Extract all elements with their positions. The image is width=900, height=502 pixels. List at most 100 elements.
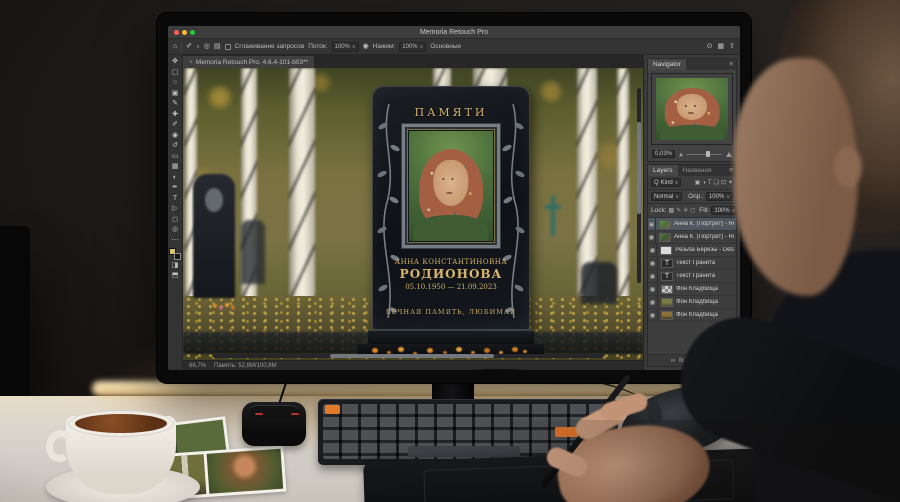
zoom-level[interactable]: 66,7% [189,363,206,369]
lock-option-icon[interactable]: ◻ [690,208,695,214]
layer-row[interactable]: Анна К. (Портрет) - Retouch [648,218,736,231]
navigator-footer: 0,03% [648,148,736,161]
navigator-zoom-field[interactable]: 0,03% [652,150,675,158]
memorial-tombstone: ПАМЯТИ АННА КОНСТАНТИНОВНА РОДИОНОВА [366,86,536,360]
scrollbar-thumb[interactable] [330,354,494,358]
navigator-panel-header: Navigator ≡ [648,59,736,70]
clone-stamp-tool[interactable]: ◉ [172,131,178,141]
layer-visibility-toggle[interactable] [648,218,656,230]
layer-visibility-toggle[interactable] [648,296,658,308]
layer-row[interactable]: Фон Кладбища [648,296,736,309]
layer-visibility-toggle[interactable] [648,309,658,321]
layer-visibility-toggle[interactable] [648,283,658,295]
history-brush-tool[interactable]: ↺ [172,141,178,151]
panel-icon[interactable]: ▦ [718,43,725,50]
lock-option-icon[interactable]: ▩ [669,208,675,214]
layer-thumbnail[interactable] [659,233,671,242]
layer-thumbnail[interactable] [661,272,673,281]
layer-thumbnail[interactable] [661,259,673,268]
layer-row[interactable]: Резьба Березы - Detail [648,244,736,257]
canvas[interactable]: ПАМЯТИ АННА КОНСТАНТИНОВНА РОДИОНОВА [183,68,643,360]
slider-thumb[interactable] [706,151,710,157]
document-tab-title: Memoria Retouch Pro. 4.6.4-101-b03** [196,59,308,66]
tab-layers[interactable]: Layers [648,165,678,176]
printed-photo-portrait [206,449,283,494]
layer-thumbnail[interactable] [661,298,673,307]
filter-icon[interactable]: ▣ [695,180,701,186]
layer-visibility-toggle[interactable] [648,231,656,243]
panel-icon[interactable]: ⊙ [707,43,713,50]
clone-source-icon[interactable]: ▤ [214,43,221,50]
color-swatches[interactable] [169,248,181,260]
move-tool[interactable]: ✥ [172,57,178,67]
lasso-tool[interactable]: ○ [173,78,177,88]
type-tool[interactable]: T [173,194,177,204]
tombstone-first-patronymic: АННА КОНСТАНТИНОВНА [366,258,536,266]
crop-tool[interactable]: ▣ [172,89,179,99]
filter-icon[interactable]: T [708,180,712,186]
healing-brush-tool[interactable]: ✚ [172,110,178,120]
shape-tool[interactable]: ◻ [172,215,178,225]
layer-visibility-toggle[interactable] [648,257,658,269]
close-tab-icon[interactable]: × [189,59,193,66]
layer-thumbnail[interactable] [661,285,673,294]
navigator-zoom-slider[interactable] [678,150,732,158]
vertical-scrollbar[interactable] [637,88,641,283]
layer-visibility-toggle[interactable] [648,244,657,256]
brush-target-icon[interactable]: ◎ [204,43,210,50]
brush-preset-icon[interactable]: ✐ [186,43,192,50]
zoom-tool[interactable]: ◎ [172,225,178,235]
tab-navigator[interactable]: Navigator [648,59,686,70]
layer-name: Фон Кладбища [676,286,718,292]
airbrush-icon[interactable]: ◉ [363,43,369,50]
quick-mask-toggle[interactable]: ◨ [172,261,179,271]
dodge-tool[interactable]: ◐ [173,173,177,183]
chevron-down-icon[interactable]: ∨ [196,44,200,50]
layers-footer-icon[interactable]: ∞ [671,358,675,364]
divider [181,42,182,52]
brush-tool[interactable]: ✐ [172,120,178,130]
layer-row[interactable]: Фон Кладбища [648,283,736,296]
tab-secondary[interactable]: Названия [678,165,717,176]
horizontal-scrollbar[interactable] [213,354,603,358]
path-select-tool[interactable]: ▷ [172,204,177,214]
tombstone-header-text: ПАМЯТИ [366,106,536,119]
pin-icon[interactable]: ✦ [728,180,733,186]
eraser-tool[interactable]: ▭ [172,152,179,162]
pressure-value-dropdown[interactable]: 100% ∨ [399,42,426,52]
tools-panel: ✥▢○▣✎✚✐◉↺▭▦◐✒T▷◻◎⋯ ◨⬒ [168,55,183,370]
flow-value-dropdown[interactable]: 100% ∨ [332,42,359,52]
zoom-out-mountain-icon[interactable] [679,153,683,157]
lock-option-icon[interactable]: ✎ [676,208,681,214]
navigator-preview[interactable] [651,73,733,145]
filter-icon[interactable]: ◑ [702,180,706,186]
layer-row[interactable]: Текст Гранита [648,257,736,270]
green-coat [414,215,488,241]
layer-visibility-toggle[interactable] [648,270,658,282]
more-tools[interactable]: ⋯ [172,236,179,246]
background-cross [551,196,555,236]
document-tab[interactable]: × Memoria Retouch Pro. 4.6.4-101-b03** [183,56,315,68]
layer-thumbnail[interactable] [661,311,673,320]
pen-tool[interactable]: ✒ [172,183,178,193]
marquee-tool[interactable]: ▢ [172,68,179,78]
blend-mode-dropdown[interactable]: Normal ∨ [651,192,682,201]
woman-face [677,94,707,120]
layer-row[interactable]: Текст Гранита [648,270,736,283]
filter-icon[interactable]: ❏ [714,180,719,186]
home-icon[interactable]: ⌂ [173,43,177,50]
filter-type-dropdown[interactable]: Q Kind ∨ [651,178,681,187]
scrollbar-thumb[interactable] [637,122,641,214]
screen-mode-toggle[interactable]: ⬒ [172,271,179,281]
filter-icon[interactable]: ⊡ [721,180,726,186]
smoothing-checkbox[interactable] [225,44,231,50]
opacity-dropdown[interactable]: 100% ∨ [706,192,733,201]
zoom-in-mountain-icon[interactable] [726,152,732,157]
layer-thumbnail[interactable] [659,220,671,229]
background-color-swatch[interactable] [174,253,181,260]
layer-thumbnail[interactable] [660,246,672,255]
gradient-tool[interactable]: ▦ [172,162,179,172]
eyedropper-tool[interactable]: ✎ [172,99,178,109]
layer-row[interactable]: Анна К. (Портрет) - Retouch [648,231,736,244]
lock-option-icon[interactable]: ✛ [683,208,688,214]
